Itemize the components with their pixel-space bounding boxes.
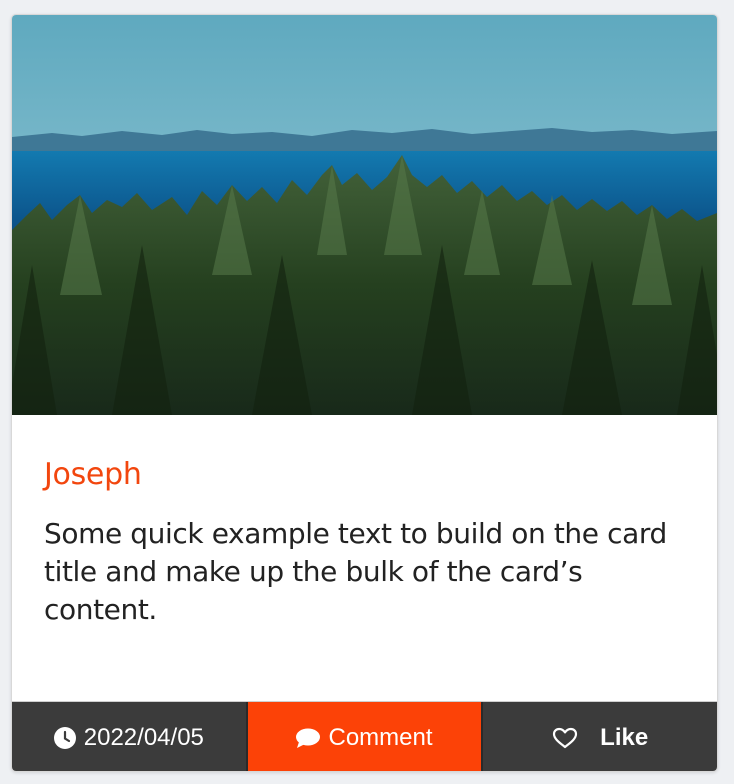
card: Joseph Some quick example text to build … [11, 14, 718, 772]
clock-icon [53, 726, 76, 749]
comment-label: Comment [328, 723, 433, 751]
like-label: Like [600, 723, 649, 751]
comment-button[interactable]: Comment [247, 702, 484, 771]
card-text: Some quick example text to build on the … [44, 517, 667, 626]
date-badge: 2022/04/05 [12, 702, 248, 771]
like-button[interactable]: Like [483, 702, 717, 771]
card-footer: 2022/04/05 Comment Like [12, 701, 717, 771]
card-image [12, 15, 717, 415]
card-title[interactable]: Joseph [44, 457, 685, 493]
heart-outline-icon [552, 727, 578, 749]
card-body: Joseph Some quick example text to build … [12, 415, 717, 701]
date-text: 2022/04/05 [83, 723, 204, 751]
forest-lake-photo [12, 15, 717, 415]
speech-bubble-icon [296, 728, 321, 748]
